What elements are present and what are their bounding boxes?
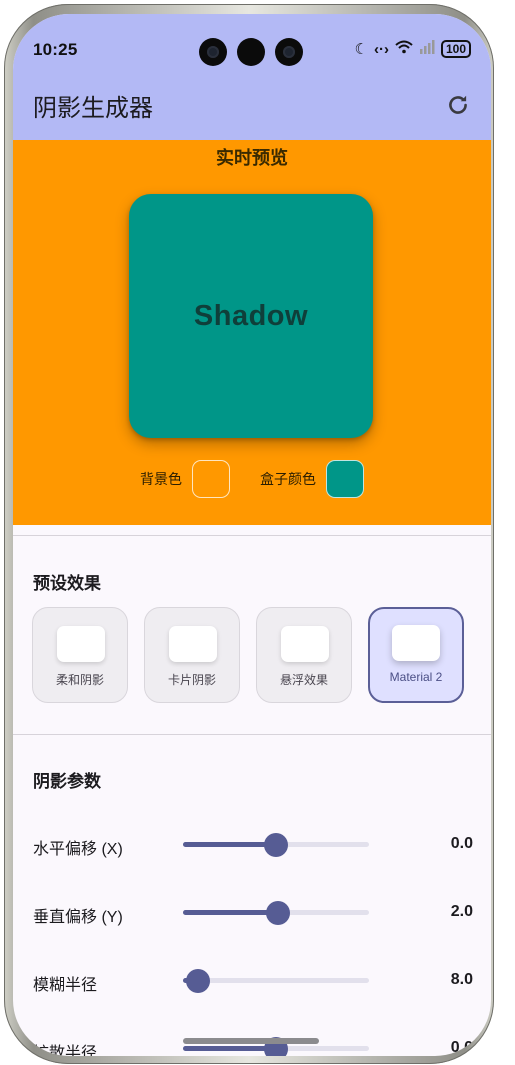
preview-title: 实时预览 (216, 148, 288, 168)
app-screen: 10:25 ☾ ‹·› 100 阴影生成器 实时预览 Shadow 背景色 盒子… (13, 14, 491, 1056)
slider-thumb[interactable] (265, 901, 290, 925)
wifi-icon (395, 40, 413, 58)
preset-preview (281, 626, 329, 662)
offset-y-slider[interactable] (183, 901, 369, 925)
params-title: 阴影参数 (33, 772, 101, 791)
param-label: 模糊半径 (33, 977, 98, 994)
phone-frame: 10:25 ☾ ‹·› 100 阴影生成器 实时预览 Shadow 背景色 盒子… (4, 4, 494, 1064)
status-time: 10:25 (33, 40, 78, 59)
spread-radius-slider[interactable] (183, 1037, 369, 1056)
refresh-icon[interactable] (445, 92, 471, 118)
camera-icon (237, 38, 265, 66)
signal-icon (419, 40, 435, 58)
color-pickers: 背景色 盒子颜色 (13, 460, 491, 498)
preset-card-shadow[interactable]: 卡片阴影 (144, 607, 240, 703)
section-divider (13, 535, 491, 536)
app-bar: 10:25 ☾ ‹·› 100 阴影生成器 (13, 14, 491, 140)
shadow-preview-text: Shadow (193, 299, 309, 332)
param-blur-radius: 模糊半径 8.0 (33, 965, 473, 995)
param-value: 0.0 (450, 1039, 473, 1056)
camera-icon (199, 38, 227, 66)
box-color-swatch[interactable] (326, 460, 364, 498)
moon-icon: ☾ (354, 41, 368, 58)
preset-floating-effect[interactable]: 悬浮效果 (256, 607, 352, 703)
shadow-preview-box: Shadow (129, 194, 373, 438)
preset-label: 卡片阴影 (167, 673, 216, 687)
gesture-bar (183, 1038, 319, 1044)
param-offset-x: 水平偏移 (X) 0.0 (33, 829, 473, 859)
preset-preview (57, 626, 105, 662)
preset-preview (392, 625, 440, 661)
slider-thumb[interactable] (264, 833, 288, 857)
camera-icon (275, 38, 303, 66)
battery-icon: 100 (440, 40, 471, 58)
status-icons: ☾ ‹·› 100 (355, 40, 471, 58)
preset-preview (169, 626, 217, 662)
preset-material-2[interactable]: Material 2 (368, 607, 464, 703)
background-color-label: 背景色 (140, 471, 182, 487)
preset-label: 柔和阴影 (55, 673, 104, 687)
preset-list: 柔和阴影 卡片阴影 悬浮效果 Material 2 (32, 607, 464, 703)
blur-radius-slider[interactable] (183, 969, 369, 993)
slider-thumb[interactable] (185, 969, 210, 993)
box-color-label: 盒子颜色 (260, 471, 316, 487)
background-color-swatch[interactable] (192, 460, 230, 498)
param-value: 0.0 (450, 835, 473, 852)
background-color-picker[interactable]: 背景色 (140, 460, 230, 498)
preview-area: 实时预览 Shadow 背景色 盒子颜色 (13, 140, 491, 525)
box-color-picker[interactable]: 盒子颜色 (260, 460, 364, 498)
param-offset-y: 垂直偏移 (Y) 2.0 (33, 897, 473, 927)
param-label: 扩散半径 (33, 1045, 98, 1056)
param-value: 2.0 (450, 903, 473, 920)
offset-x-slider[interactable] (183, 833, 369, 857)
data-transfer-icon: ‹·› (373, 40, 389, 58)
param-value: 8.0 (450, 971, 473, 988)
preset-soft-shadow[interactable]: 柔和阴影 (32, 607, 128, 703)
param-label: 水平偏移 (X) (33, 841, 123, 858)
preset-label: 悬浮效果 (279, 673, 328, 687)
app-title: 阴影生成器 (33, 95, 153, 122)
param-spread-radius: 扩散半径 0.0 (33, 1033, 473, 1056)
presets-title: 预设效果 (33, 574, 101, 593)
preset-label: Material 2 (389, 670, 443, 684)
param-label: 垂直偏移 (Y) (33, 909, 123, 926)
section-divider (13, 734, 491, 735)
